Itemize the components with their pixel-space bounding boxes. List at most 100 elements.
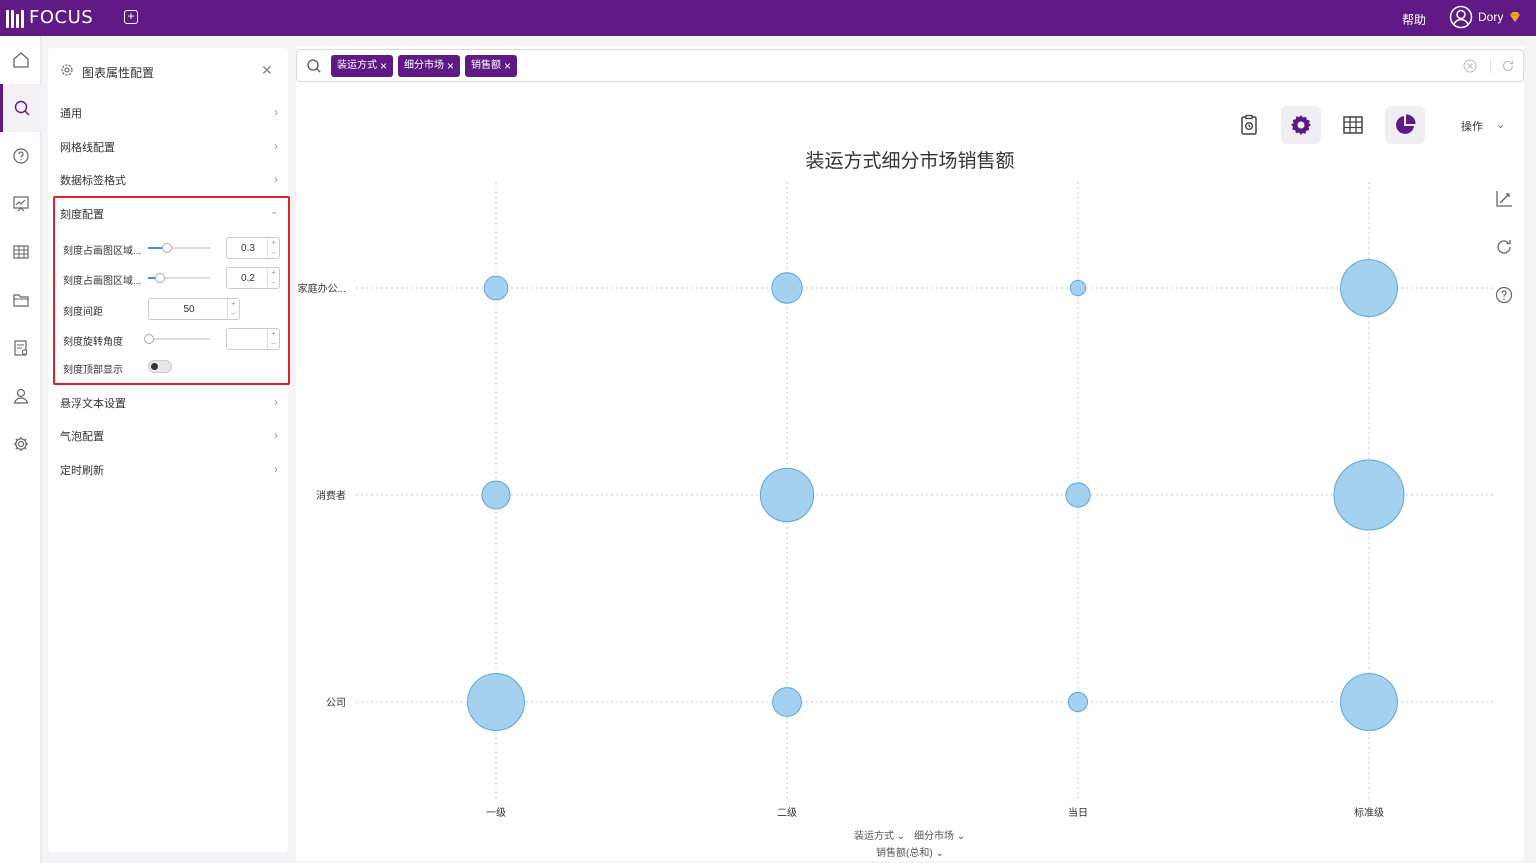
settings-gear-icon bbox=[61, 64, 73, 76]
section-grid[interactable]: 网格线配置 › bbox=[60, 139, 278, 169]
clear-search-icon[interactable] bbox=[1463, 59, 1477, 73]
table-icon bbox=[12, 245, 29, 259]
add-tab-icon[interactable]: + bbox=[124, 10, 138, 24]
nav-home[interactable] bbox=[0, 36, 41, 84]
x-tick-label: 标准级 bbox=[1354, 807, 1384, 819]
nav-dashboard[interactable] bbox=[0, 180, 41, 228]
setting-label: 刻度间距 bbox=[63, 307, 103, 318]
chevron-right-icon: › bbox=[274, 462, 278, 476]
scale-ratio-input-1[interactable]: 0.3 + – bbox=[226, 237, 280, 259]
nav-tasks[interactable] bbox=[0, 324, 41, 372]
bubble bbox=[1065, 482, 1091, 508]
brand-logo[interactable]: FOCUS bbox=[6, 7, 93, 28]
clipboard-icon bbox=[1241, 114, 1257, 135]
search-chips: 装运方式 × 细分市场 × 销售额 × bbox=[331, 55, 518, 77]
bubble bbox=[467, 673, 525, 731]
section-label: 悬浮文本设置 bbox=[60, 398, 126, 410]
scale-ratio-slider-1[interactable] bbox=[148, 243, 210, 253]
insight-tool[interactable] bbox=[1229, 106, 1269, 144]
search-chip[interactable]: 销售额 × bbox=[465, 55, 518, 77]
operations-menu[interactable]: 操作 bbox=[1461, 118, 1483, 134]
close-icon[interactable]: ✕ bbox=[261, 62, 273, 79]
nav-help[interactable] bbox=[0, 132, 41, 180]
search-chip[interactable]: 细分市场 × bbox=[398, 55, 461, 77]
table-icon bbox=[1343, 116, 1363, 134]
section-refresh[interactable]: 定时刷新 › bbox=[60, 462, 278, 492]
panel-title: 图表属性配置 bbox=[82, 66, 155, 80]
stepper[interactable]: + – bbox=[227, 299, 239, 319]
y-axis-field[interactable]: 细分市场 ⌄ bbox=[914, 827, 965, 842]
scale-spacing-input[interactable]: 50 + – bbox=[148, 298, 240, 320]
setting-label: 刻度顶部显示 bbox=[63, 365, 123, 376]
y-tick-label: 家庭办公... bbox=[298, 282, 346, 295]
stepper[interactable]: + – bbox=[267, 268, 279, 288]
size-field[interactable]: 销售额(总和) ⌄ bbox=[876, 844, 944, 859]
chart-type-tool[interactable] bbox=[1385, 106, 1425, 144]
scale-rotate-input[interactable]: + – bbox=[226, 328, 280, 350]
user-name: Dory bbox=[1478, 10, 1504, 24]
nav-table[interactable] bbox=[0, 228, 41, 276]
chip-close-icon[interactable]: × bbox=[447, 60, 454, 72]
slider-handle[interactable] bbox=[155, 273, 166, 283]
stepper[interactable]: + – bbox=[267, 238, 279, 258]
section-tooltip[interactable]: 悬浮文本设置 › bbox=[60, 395, 278, 425]
bubble-chart: 一级 二级 当日 标准级 公司 消费者 家庭办公... bbox=[298, 182, 1496, 819]
setting-label: 刻度占画图区域... bbox=[63, 246, 142, 257]
chip-label: 细分市场 bbox=[404, 60, 445, 71]
nav-user[interactable] bbox=[0, 372, 41, 420]
chart-config-panel: 图表属性配置 ✕ 通用 › 网格线配置 › 数据标签格式 › 刻度配置 ⌄ 悬浮… bbox=[48, 48, 288, 852]
section-label: 通用 bbox=[60, 108, 82, 120]
chevron-down-icon[interactable]: ⌄ bbox=[1496, 118, 1505, 131]
refresh-icon[interactable] bbox=[1501, 59, 1515, 73]
section-label: 定时刷新 bbox=[60, 465, 104, 477]
section-label: 气泡配置 bbox=[60, 431, 104, 443]
scale-top-row: 刻度顶部显示 bbox=[63, 355, 283, 379]
section-general[interactable]: 通用 › bbox=[60, 105, 278, 135]
x-axis-field[interactable]: 装运方式 ⌄ bbox=[854, 827, 905, 842]
field-label: 装运方式 bbox=[854, 831, 894, 842]
user-icon bbox=[13, 388, 28, 404]
nav-search[interactable] bbox=[0, 84, 41, 132]
slider-handle[interactable] bbox=[161, 243, 172, 253]
bubble bbox=[483, 275, 509, 301]
nav-settings[interactable] bbox=[0, 420, 41, 468]
chart-settings-tool[interactable] bbox=[1281, 106, 1321, 144]
pie-chart-icon bbox=[1396, 114, 1416, 134]
chevron-right-icon: › bbox=[274, 105, 278, 119]
input-value: 50 bbox=[183, 304, 195, 315]
toggle-knob bbox=[151, 363, 158, 370]
scale-spacing-row: 刻度间距 50 + – bbox=[63, 297, 283, 321]
scale-ratio-input-2[interactable]: 0.2 + – bbox=[226, 267, 280, 289]
chevron-right-icon: › bbox=[274, 139, 278, 153]
help-link[interactable]: 帮助 bbox=[1402, 11, 1426, 28]
y-tick-label: 消费者 bbox=[316, 489, 346, 502]
chip-close-icon[interactable]: × bbox=[380, 60, 387, 72]
chevron-right-icon: › bbox=[274, 172, 278, 186]
vip-diamond-icon bbox=[1510, 12, 1521, 22]
table-view-tool[interactable] bbox=[1333, 106, 1373, 144]
stepper[interactable]: + – bbox=[267, 329, 279, 349]
scale-rotate-row: 刻度旋转角度 + – bbox=[63, 327, 283, 351]
user-avatar-icon bbox=[1449, 5, 1473, 29]
bubble bbox=[1340, 259, 1398, 317]
bubble bbox=[1340, 673, 1398, 731]
scale-ratio-row-1: 刻度占画图区域... 0.3 + – bbox=[63, 236, 283, 260]
slider-handle[interactable] bbox=[144, 334, 154, 344]
panel-header: 图表属性配置 ✕ bbox=[48, 48, 288, 94]
question-icon bbox=[12, 148, 29, 164]
search-bar[interactable]: 装运方式 × 细分市场 × 销售额 × bbox=[296, 49, 1524, 82]
nav-folder[interactable] bbox=[0, 276, 41, 324]
brand-name: FOCUS bbox=[29, 7, 94, 28]
user-menu[interactable]: Dory bbox=[1449, 5, 1522, 29]
gear-icon bbox=[1291, 115, 1311, 135]
section-bubble[interactable]: 气泡配置 › bbox=[60, 428, 278, 458]
search-chip[interactable]: 装运方式 × bbox=[331, 55, 394, 77]
scale-top-toggle[interactable] bbox=[148, 360, 172, 373]
top-bar: FOCUS + 帮助 Dory bbox=[0, 0, 1536, 36]
bubble bbox=[771, 272, 803, 304]
chip-close-icon[interactable]: × bbox=[504, 60, 511, 72]
x-tick-label: 二级 bbox=[777, 807, 797, 819]
scale-rotate-slider[interactable] bbox=[144, 334, 210, 344]
bubble bbox=[1067, 691, 1089, 713]
scale-ratio-slider-2[interactable] bbox=[148, 273, 210, 283]
